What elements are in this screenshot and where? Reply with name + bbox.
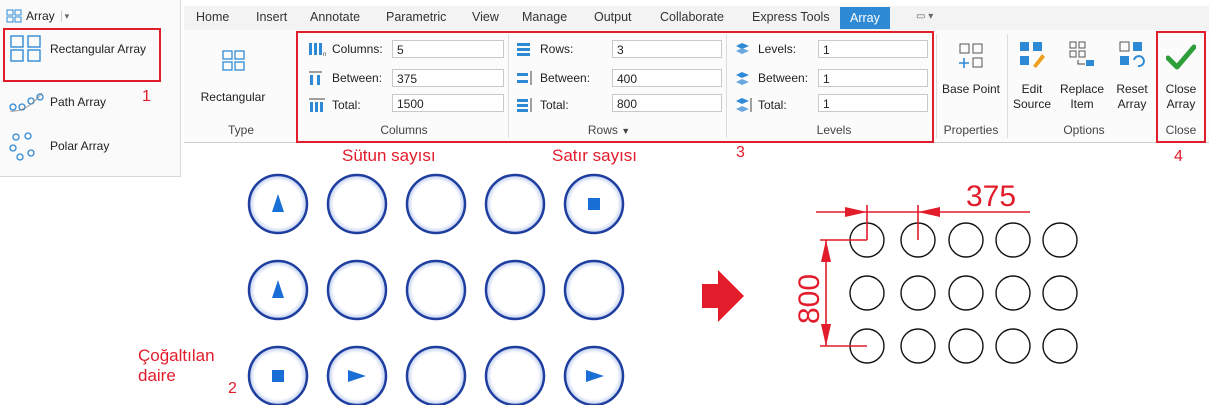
- array-grid-right: [849, 222, 1078, 364]
- array-circle: [405, 259, 467, 321]
- dimension-text-375: 375: [966, 180, 1017, 213]
- result-circle: [1042, 275, 1078, 311]
- result-circle: [948, 222, 984, 258]
- array-circle: [326, 259, 388, 321]
- array-grid-left: [247, 173, 625, 405]
- result-circle: [995, 275, 1031, 311]
- array-circle: [484, 259, 546, 321]
- array-circle: [563, 259, 625, 321]
- array-circle: [405, 345, 467, 405]
- result-circle: [948, 328, 984, 364]
- array-circle: [484, 173, 546, 235]
- array-circle: [405, 173, 467, 235]
- result-circle: [849, 275, 885, 311]
- drawing-canvas: [247, 173, 1078, 405]
- array-circle: [326, 173, 388, 235]
- result-circle: [995, 328, 1031, 364]
- result-circle: [900, 275, 936, 311]
- result-circle: [1042, 222, 1078, 258]
- result-circle: [900, 328, 936, 364]
- grip-square-icon[interactable]: [272, 370, 284, 382]
- grip-square-icon[interactable]: [588, 198, 600, 210]
- result-circle: [1042, 328, 1078, 364]
- arrow-right-icon: [702, 270, 744, 322]
- dimension-text-800: 800: [793, 273, 826, 324]
- array-circle: [484, 345, 546, 405]
- result-circle: [948, 275, 984, 311]
- result-circle: [995, 222, 1031, 258]
